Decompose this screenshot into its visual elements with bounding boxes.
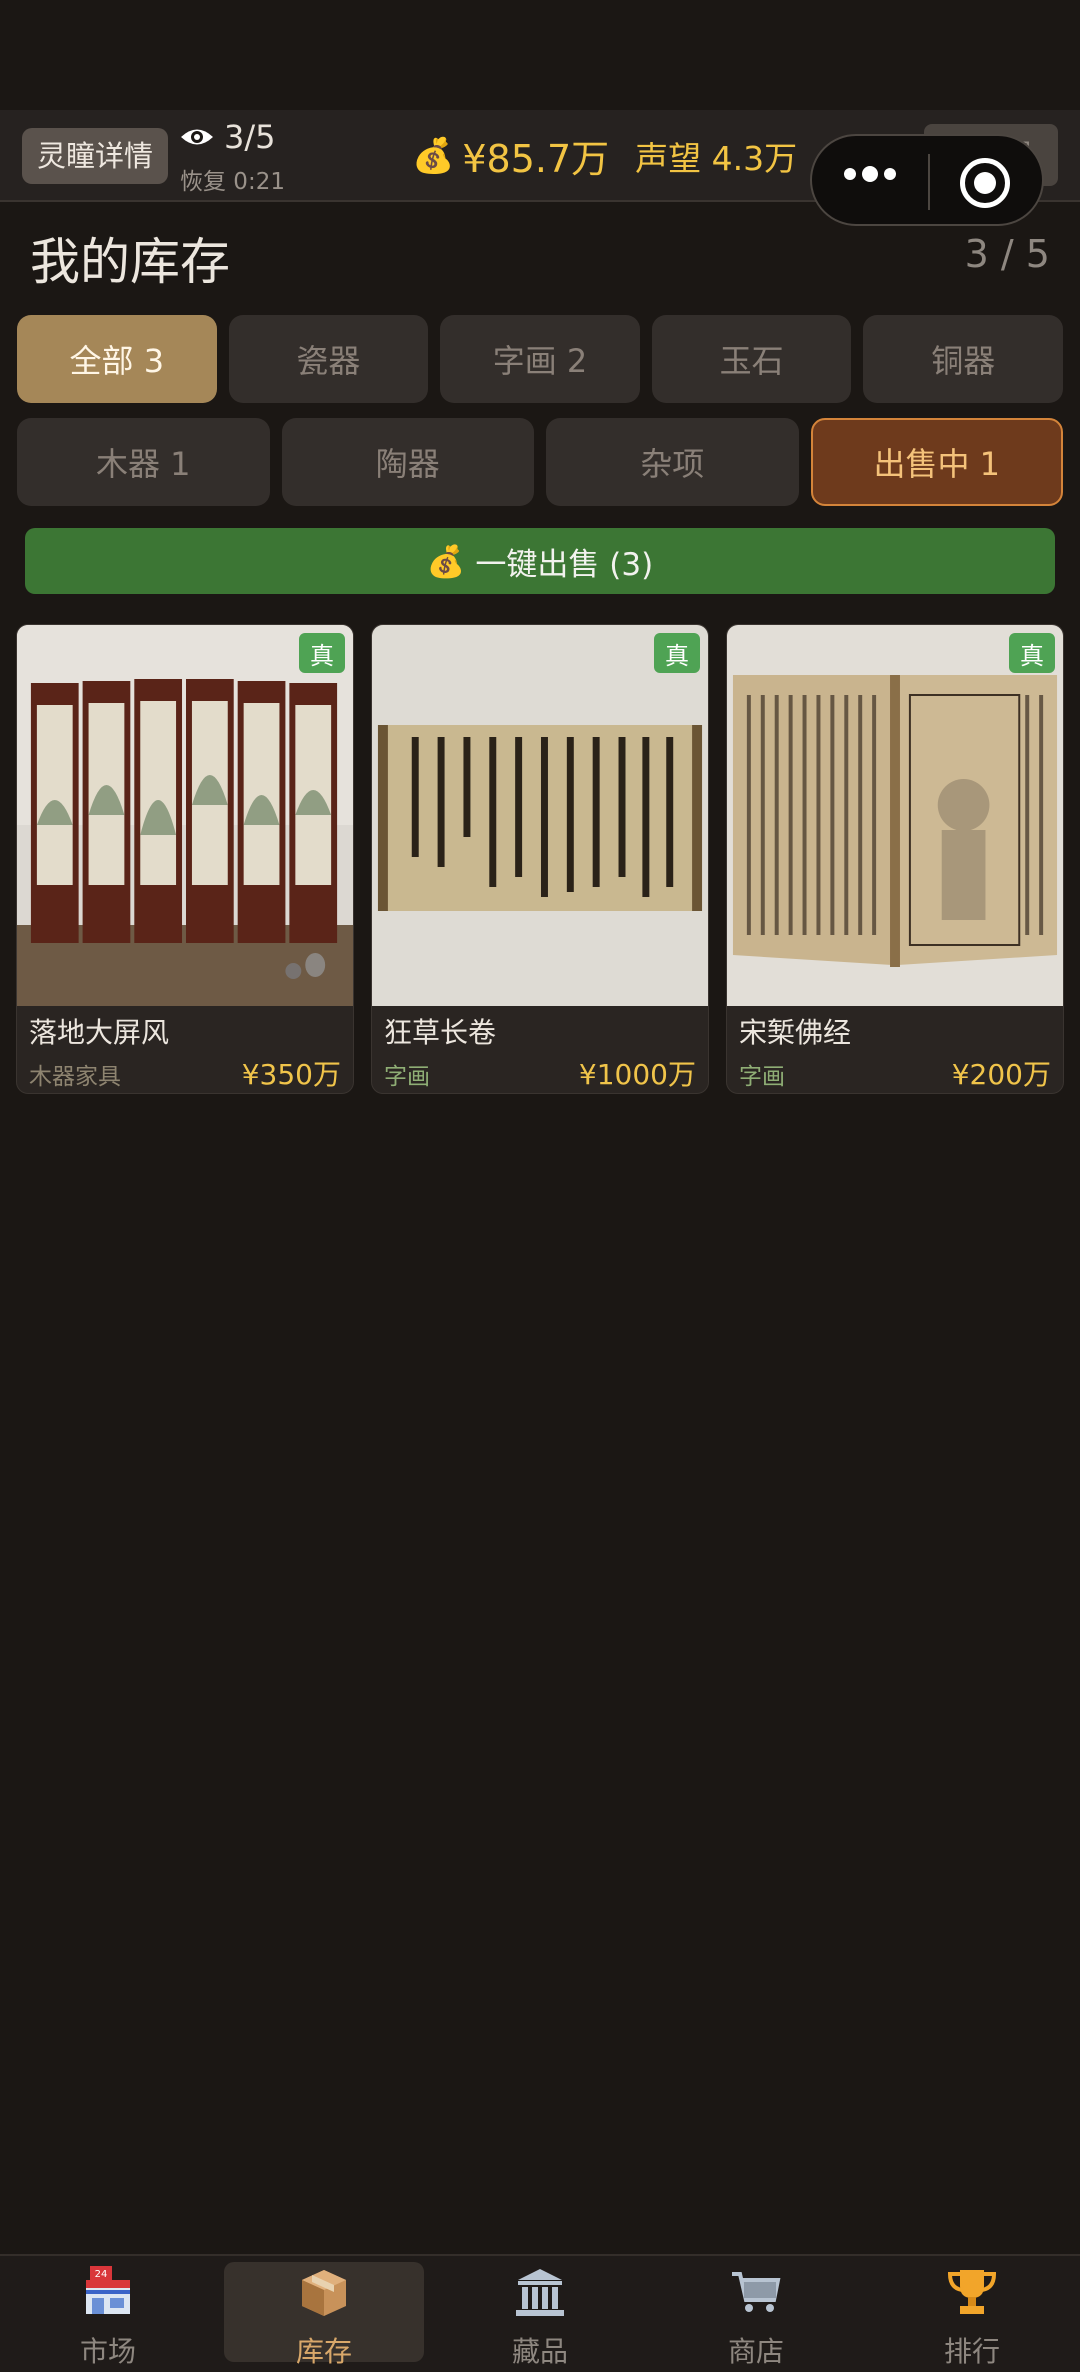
currency-display: 💰 ¥85.7万 声望 4.3万 (412, 128, 797, 183)
money-bag-icon: 💰 (412, 135, 455, 176)
filter-chip-wood[interactable]: 木器 1 (17, 418, 270, 506)
item-price: ¥1000万 (578, 1058, 696, 1091)
svg-text:24: 24 (95, 2269, 108, 2280)
inventory-card[interactable]: 真 落地大屏风 木器家具 ¥350万 (16, 624, 354, 1094)
item-category: 字画 (384, 1064, 430, 1090)
filter-chip-misc[interactable]: 杂项 (546, 418, 799, 506)
item-image-calligraphy-scroll: 真 (372, 625, 708, 1006)
inventory-card[interactable]: 真 狂草长卷 字画 ¥1000万 (371, 624, 709, 1094)
money-bag-icon: 💰 (426, 543, 466, 580)
nav-label-collection: 藏品 (511, 2335, 568, 2368)
trophy-icon (944, 2264, 1000, 2320)
fame-value: 声望 4.3万 (635, 138, 798, 178)
authentic-badge: 真 (299, 633, 345, 673)
nav-label-market: 市场 (79, 2335, 136, 2368)
nav-item-collection[interactable]: 藏品 (432, 2256, 648, 2372)
item-price: ¥350万 (241, 1058, 341, 1091)
filter-chip-porcelain[interactable]: 瓷器 (228, 315, 429, 403)
shopping-cart-icon (728, 2264, 784, 2320)
nav-label-ranking: 排行 (943, 2335, 1000, 2368)
package-box-icon (296, 2264, 352, 2320)
filter-chip-selling[interactable]: 出售中 1 (810, 418, 1063, 506)
category-filter-row-1: 全部 3 瓷器 字画 2 玉石 铜器 (17, 315, 1063, 403)
eye-count: 3/5 (224, 118, 276, 156)
filter-chip-pottery[interactable]: 陶器 (281, 418, 534, 506)
nav-item-inventory[interactable]: 库存 (216, 2256, 432, 2372)
nav-item-ranking[interactable]: 排行 (864, 2256, 1080, 2372)
category-filter-row-2: 木器 1 陶器 杂项 出售中 1 (17, 418, 1063, 506)
eye-icon (181, 129, 213, 145)
item-name: 宋椠佛经 (739, 1016, 852, 1049)
inventory-card[interactable]: 真 宋椠佛经 字画 ¥200万 (726, 624, 1064, 1094)
filter-chip-bronze[interactable]: 铜器 (863, 315, 1063, 403)
capsule-divider (928, 154, 930, 210)
authentic-badge: 真 (1009, 633, 1055, 673)
item-price: ¥200万 (951, 1058, 1051, 1091)
more-menu-icon[interactable] (844, 166, 896, 182)
item-image-sutra-book: 真 (727, 625, 1063, 1006)
bottom-navigation: 24 市场 库存 藏品 商店 排行 (0, 2254, 1080, 2372)
filter-chip-painting[interactable]: 字画 2 (440, 315, 640, 403)
ling-tong-detail-button[interactable]: 灵瞳详情 (22, 128, 168, 184)
eye-energy-indicator: 3/5 恢复 0:21 (180, 118, 285, 196)
nav-item-market[interactable]: 24 市场 (0, 2256, 216, 2372)
nav-label-inventory: 库存 (295, 2335, 352, 2368)
item-category: 木器家具 (29, 1064, 121, 1090)
item-category: 字画 (739, 1064, 785, 1090)
recover-timer: 恢复 0:21 (180, 169, 285, 195)
filter-chip-jade[interactable]: 玉石 (651, 315, 852, 403)
miniprogram-capsule (810, 134, 1044, 226)
sell-all-label: 一键出售 (3) (475, 546, 654, 583)
museum-icon (512, 2264, 568, 2320)
nav-item-shop[interactable]: 商店 (648, 2256, 864, 2372)
authentic-badge: 真 (654, 633, 700, 673)
item-name: 狂草长卷 (384, 1016, 497, 1049)
page-title: 我的库存 (30, 233, 230, 291)
market-store-icon: 24 (80, 2264, 136, 2320)
page-count: 3 / 5 (964, 232, 1050, 276)
item-image-folding-screen: 真 (17, 625, 353, 1006)
close-miniprogram-icon[interactable] (960, 158, 1010, 208)
nav-label-shop: 商店 (727, 2335, 784, 2368)
filter-chip-all[interactable]: 全部 3 (17, 315, 217, 403)
inventory-grid: 真 落地大屏风 木器家具 ¥350万 真 狂草长卷 字画 ¥1000万 真 宋椠… (16, 624, 1064, 1094)
item-name: 落地大屏风 (29, 1016, 170, 1049)
sell-all-button[interactable]: 💰 一键出售 (3) (25, 528, 1055, 594)
money-value: ¥85.7万 (462, 137, 610, 181)
